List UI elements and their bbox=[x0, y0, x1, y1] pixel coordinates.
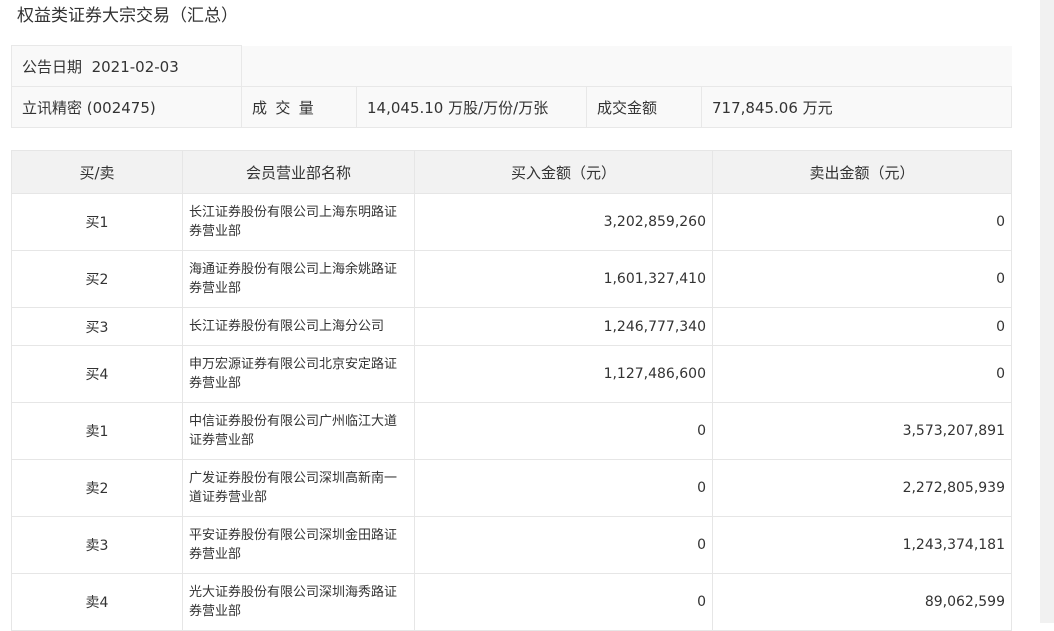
branch-cell: 中信证券股份有限公司广州临江大道证券营业部 bbox=[182, 402, 415, 460]
announcement-date: 公告日期 2021-02-03 bbox=[11, 45, 242, 87]
side-cell: 卖2 bbox=[11, 459, 183, 517]
sell-amount-cell: 2,272,805,939 bbox=[712, 459, 1012, 517]
table-row: 买2 海通证券股份有限公司上海余姚路证券营业部 1,601,327,410 0 bbox=[11, 250, 1012, 308]
sell-amount-cell: 89,062,599 bbox=[712, 573, 1012, 631]
sell-amount-cell: 0 bbox=[712, 307, 1012, 346]
volume-label: 成 交 量 bbox=[241, 86, 357, 128]
side-cell: 买2 bbox=[11, 250, 183, 308]
side-cell: 买4 bbox=[11, 345, 183, 403]
header-side: 买/卖 bbox=[11, 150, 183, 194]
buy-amount-cell: 0 bbox=[414, 459, 713, 517]
summary-date-row: 公告日期 2021-02-03 bbox=[11, 45, 1012, 87]
header-sell-amount: 卖出金额（元） bbox=[712, 150, 1012, 194]
date-value: 2021-02-03 bbox=[91, 57, 179, 76]
sell-amount-cell: 0 bbox=[712, 193, 1012, 251]
table-row: 买4 申万宏源证券有限公司北京安定路证券营业部 1,127,486,600 0 bbox=[11, 345, 1012, 403]
buy-amount-cell: 3,202,859,260 bbox=[414, 193, 713, 251]
header-branch: 会员营业部名称 bbox=[182, 150, 415, 194]
buy-amount-cell: 0 bbox=[414, 402, 713, 460]
sell-amount-cell: 3,573,207,891 bbox=[712, 402, 1012, 460]
sell-amount-cell: 0 bbox=[712, 250, 1012, 308]
buy-amount-cell: 1,127,486,600 bbox=[414, 345, 713, 403]
table-row: 买1 长江证券股份有限公司上海东明路证券营业部 3,202,859,260 0 bbox=[11, 193, 1012, 251]
buy-amount-cell: 0 bbox=[414, 573, 713, 631]
date-label: 公告日期 bbox=[22, 57, 83, 76]
branch-cell: 广发证券股份有限公司深圳高新南一道证券营业部 bbox=[182, 459, 415, 517]
branch-cell: 长江证券股份有限公司上海东明路证券营业部 bbox=[182, 193, 415, 251]
amount-value: 717,845.06 万元 bbox=[701, 86, 1012, 128]
summary-stats-row: 立讯精密 (002475) 成 交 量 14,045.10 万股/万份/万张 成… bbox=[11, 86, 1012, 128]
table-row: 买3 长江证券股份有限公司上海分公司 1,246,777,340 0 bbox=[11, 307, 1012, 346]
side-cell: 卖4 bbox=[11, 573, 183, 631]
branch-cell: 海通证券股份有限公司上海余姚路证券营业部 bbox=[182, 250, 415, 308]
amount-label: 成交金额 bbox=[586, 86, 702, 128]
buy-amount-cell: 1,601,327,410 bbox=[414, 250, 713, 308]
table-row: 卖1 中信证券股份有限公司广州临江大道证券营业部 0 3,573,207,891 bbox=[11, 402, 1012, 460]
table-header-row: 买/卖 会员营业部名称 买入金额（元） 卖出金额（元） bbox=[11, 150, 1012, 194]
side-cell: 卖1 bbox=[11, 402, 183, 460]
volume-value: 14,045.10 万股/万份/万张 bbox=[356, 86, 587, 128]
page-title: 权益类证券大宗交易（汇总） bbox=[17, 6, 238, 26]
vertical-scrollbar[interactable] bbox=[1040, 0, 1054, 623]
side-cell: 买1 bbox=[11, 193, 183, 251]
table-row: 卖3 平安证券股份有限公司深圳金田路证券营业部 0 1,243,374,181 bbox=[11, 516, 1012, 574]
table-row: 卖2 广发证券股份有限公司深圳高新南一道证券营业部 0 2,272,805,93… bbox=[11, 459, 1012, 517]
sell-amount-cell: 1,243,374,181 bbox=[712, 516, 1012, 574]
branch-cell: 平安证券股份有限公司深圳金田路证券营业部 bbox=[182, 516, 415, 574]
branch-cell: 光大证券股份有限公司深圳海秀路证券营业部 bbox=[182, 573, 415, 631]
buy-amount-cell: 0 bbox=[414, 516, 713, 574]
summary-table: 公告日期 2021-02-03 立讯精密 (002475) 成 交 量 14,0… bbox=[11, 45, 1012, 128]
side-cell: 买3 bbox=[11, 307, 183, 346]
block-trade-table: 买/卖 会员营业部名称 买入金额（元） 卖出金额（元） 买1 长江证券股份有限公… bbox=[11, 150, 1012, 631]
stock-name: 立讯精密 (002475) bbox=[11, 86, 242, 128]
branch-cell: 申万宏源证券有限公司北京安定路证券营业部 bbox=[182, 345, 415, 403]
header-buy-amount: 买入金额（元） bbox=[414, 150, 713, 194]
table-row: 卖4 光大证券股份有限公司深圳海秀路证券营业部 0 89,062,599 bbox=[11, 573, 1012, 631]
summary-empty-cell bbox=[241, 45, 1012, 87]
branch-cell: 长江证券股份有限公司上海分公司 bbox=[182, 307, 415, 346]
sell-amount-cell: 0 bbox=[712, 345, 1012, 403]
buy-amount-cell: 1,246,777,340 bbox=[414, 307, 713, 346]
side-cell: 卖3 bbox=[11, 516, 183, 574]
